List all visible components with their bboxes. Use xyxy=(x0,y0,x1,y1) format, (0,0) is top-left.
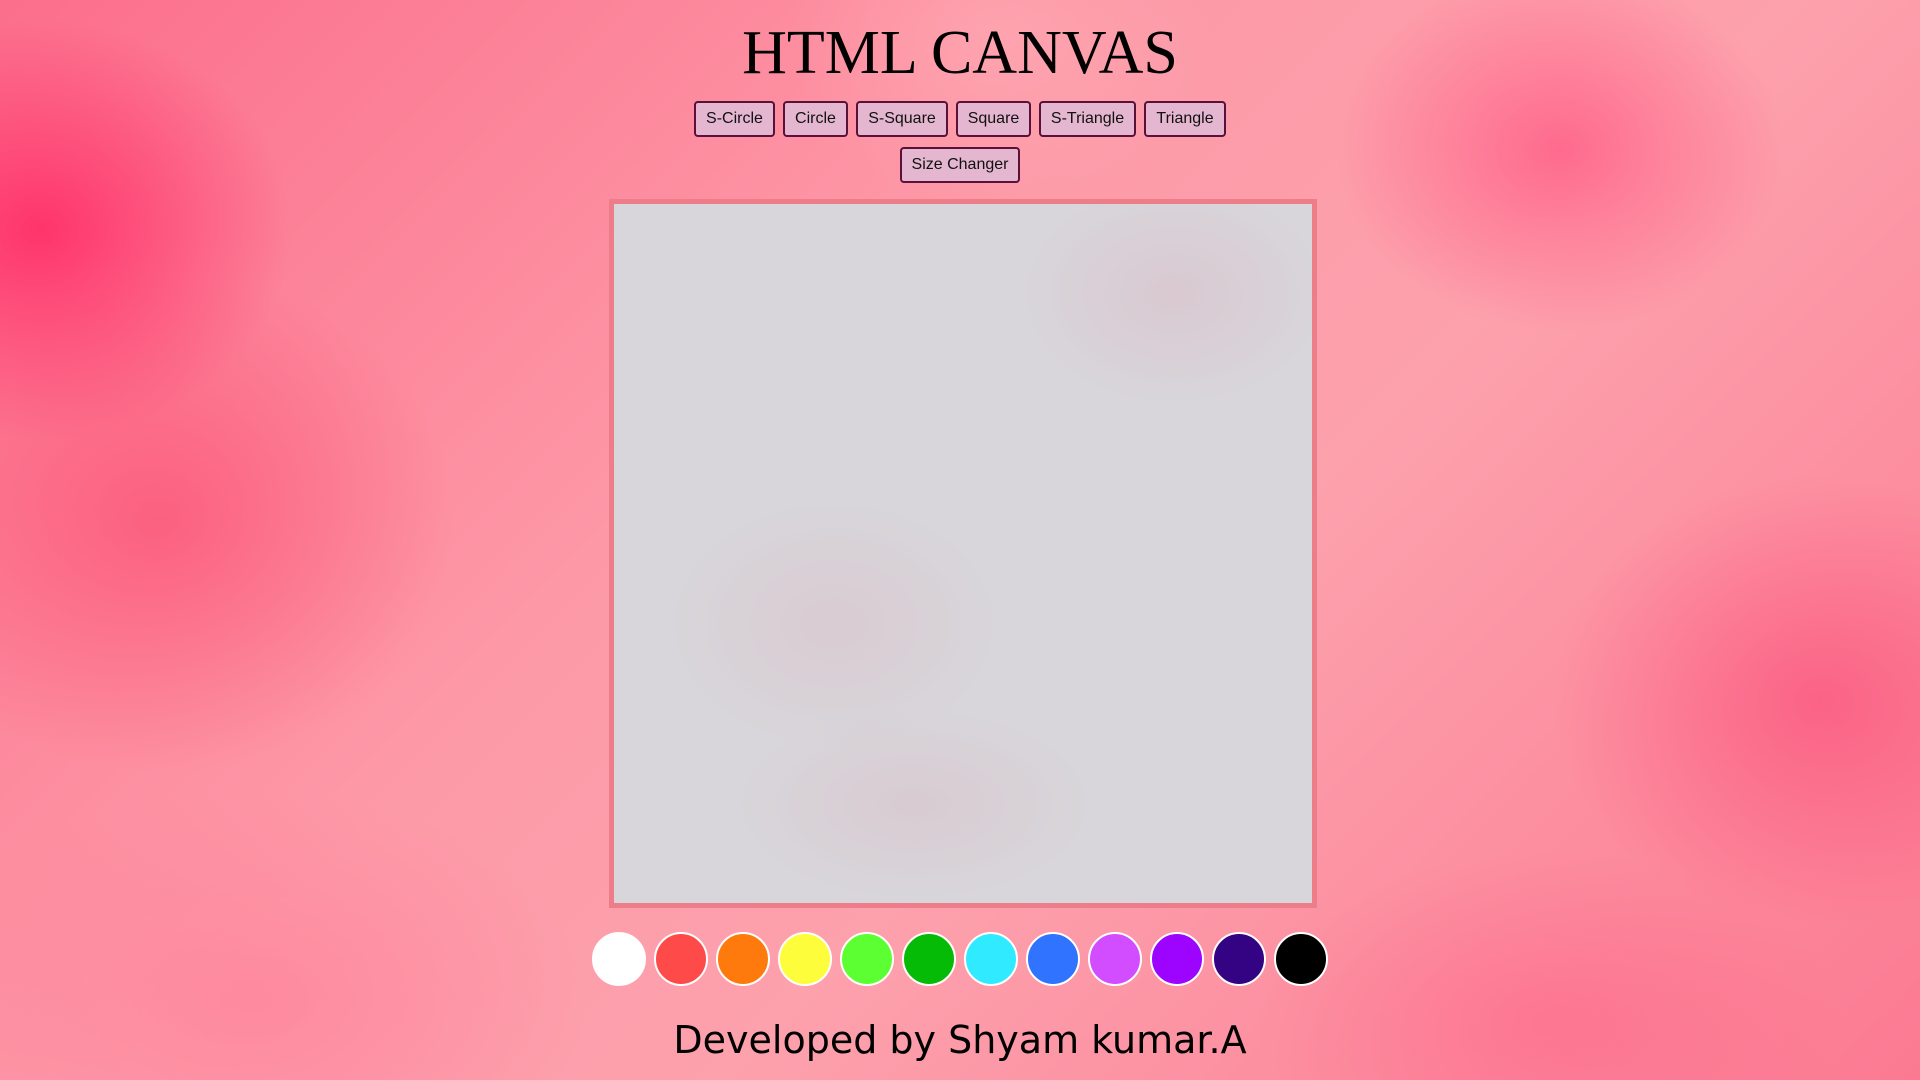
page-title: HTML CANVAS xyxy=(742,19,1178,87)
color-swatch-black[interactable] xyxy=(1274,932,1328,986)
color-swatch-orange[interactable] xyxy=(716,932,770,986)
color-swatch-red[interactable] xyxy=(654,932,708,986)
color-swatch-white[interactable] xyxy=(592,932,646,986)
color-swatch-indigo[interactable] xyxy=(1212,932,1266,986)
circle-button[interactable]: Circle xyxy=(783,101,848,137)
s-square-button[interactable]: S-Square xyxy=(856,101,948,137)
color-swatch-yellow[interactable] xyxy=(778,932,832,986)
drawing-canvas[interactable] xyxy=(609,199,1317,908)
size-changer-button[interactable]: Size Changer xyxy=(900,147,1020,183)
color-swatch-purple[interactable] xyxy=(1150,932,1204,986)
color-swatch-blue[interactable] xyxy=(1026,932,1080,986)
color-swatch-light-purple[interactable] xyxy=(1088,932,1142,986)
color-swatch-green[interactable] xyxy=(902,932,956,986)
triangle-button[interactable]: Triangle xyxy=(1144,101,1226,137)
s-triangle-button[interactable]: S-Triangle xyxy=(1039,101,1136,137)
developer-credit: Developed by Shyam kumar.A xyxy=(673,1018,1247,1062)
color-swatch-light-green[interactable] xyxy=(840,932,894,986)
square-button[interactable]: Square xyxy=(956,101,1031,137)
color-swatch-cyan[interactable] xyxy=(964,932,1018,986)
s-circle-button[interactable]: S-Circle xyxy=(694,101,775,137)
